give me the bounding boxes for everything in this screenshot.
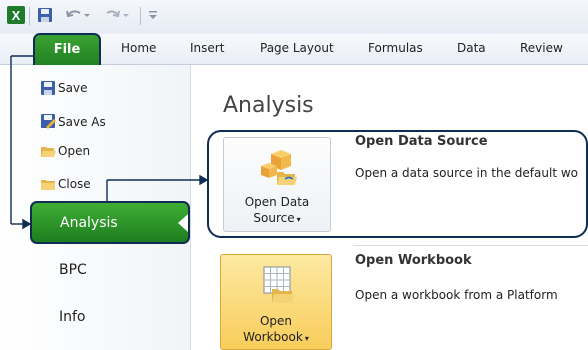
nav-info[interactable]: Info [59, 309, 86, 325]
save-command[interactable]: Save [58, 81, 87, 95]
button-label: Workbook ▾ [243, 330, 309, 344]
tab-insert[interactable]: Insert [190, 41, 224, 55]
undo-icon[interactable] [64, 6, 92, 24]
dropdown-arrow-icon: ▾ [304, 334, 309, 343]
excel-icon[interactable]: X [6, 6, 26, 24]
customize-qat-icon[interactable] [146, 6, 160, 24]
feature-title: Open Workbook [355, 253, 472, 268]
close-command[interactable]: Close [58, 177, 91, 191]
open-command[interactable]: Open [58, 144, 90, 158]
floppy-disk-icon [40, 80, 56, 96]
selected-indicator [178, 214, 188, 232]
tab-formulas[interactable]: Formulas [368, 41, 423, 55]
open-workbook-button[interactable]: Open Workbook ▾ [220, 254, 332, 350]
button-label: Open [259, 314, 293, 328]
tab-review[interactable]: Review [520, 41, 563, 55]
redo-icon[interactable] [104, 6, 132, 24]
svg-text:X: X [12, 8, 21, 23]
open-folder-icon [40, 143, 56, 159]
tab-data[interactable]: Data [457, 41, 486, 55]
page-title: Analysis [223, 93, 314, 118]
tab-page-layout[interactable]: Page Layout [260, 41, 334, 55]
save-as-icon [40, 113, 56, 129]
workbook-icon [256, 263, 296, 305]
quick-access-toolbar: X [0, 0, 588, 34]
save-as-command[interactable]: Save As [58, 115, 106, 129]
feature-description: Open a workbook from a Platform [355, 288, 558, 302]
close-folder-icon [40, 176, 56, 192]
tab-home[interactable]: Home [121, 41, 156, 55]
toolbar-divider [29, 7, 30, 25]
nav-analysis[interactable]: Analysis [30, 201, 190, 244]
separator [353, 245, 588, 246]
annotation-highlight-box [207, 130, 588, 238]
toolbar-divider [140, 7, 141, 25]
save-icon[interactable] [36, 6, 54, 24]
nav-bpc[interactable]: BPC [59, 262, 87, 278]
